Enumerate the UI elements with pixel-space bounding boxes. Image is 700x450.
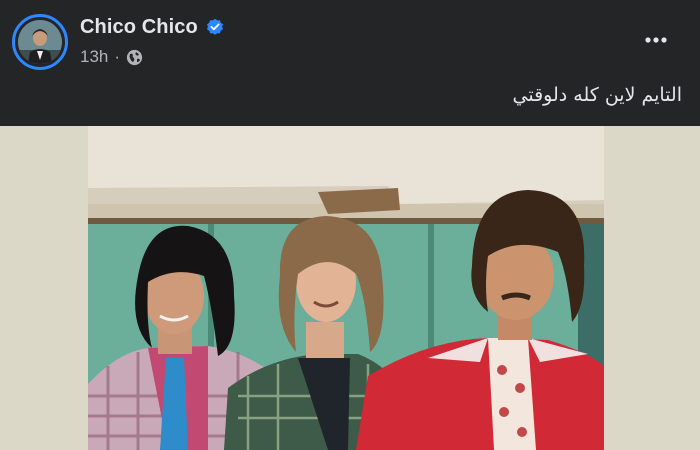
post-text: التايم لاين كله دلوقتي bbox=[512, 84, 682, 106]
avatar-image bbox=[18, 20, 62, 64]
post-header: Chico Chico 13h · التايم لاين كله دلوقتي bbox=[0, 0, 700, 126]
post-time[interactable]: 13h bbox=[80, 47, 108, 67]
avatar[interactable] bbox=[12, 14, 68, 70]
post-photo[interactable] bbox=[0, 126, 700, 450]
globe-icon[interactable] bbox=[126, 49, 143, 66]
more-options-icon bbox=[645, 37, 667, 43]
meta-separator: · bbox=[114, 47, 121, 66]
verified-badge-icon bbox=[207, 18, 223, 35]
photo-image bbox=[88, 126, 604, 450]
author-name[interactable]: Chico Chico bbox=[80, 16, 198, 39]
more-options-button[interactable] bbox=[634, 22, 678, 58]
post-meta: 13h · bbox=[80, 47, 143, 67]
